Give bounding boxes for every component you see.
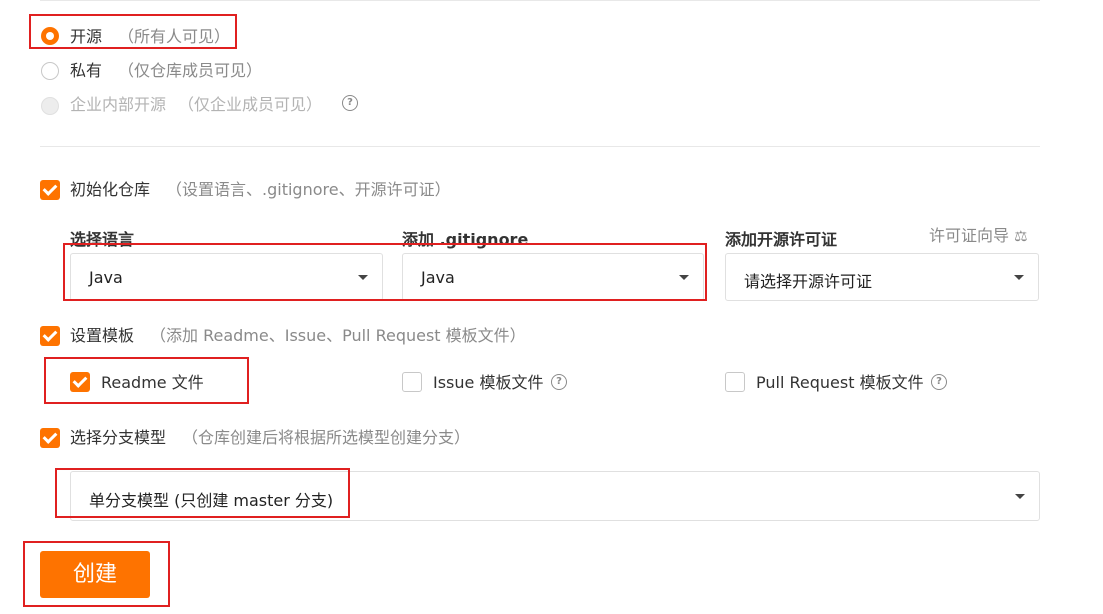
readme-label[interactable]: Readme 文件: [101, 373, 204, 393]
license-placeholder: 请选择开源许可证: [744, 272, 873, 291]
issue-template-label[interactable]: Issue 模板文件: [433, 373, 543, 393]
branch-model-value: 单分支模型 (只创建 master 分支): [89, 491, 334, 510]
internal-label: 企业内部开源: [70, 95, 167, 114]
top-divider: [40, 0, 1040, 1]
branch-model-label[interactable]: 选择分支模型: [70, 428, 166, 448]
scale-icon: ⚖: [1014, 227, 1028, 245]
gitignore-label: 添加 .gitignore: [402, 230, 529, 249]
license-label: 添加开源许可证: [725, 230, 838, 249]
chevron-down-icon: [1014, 275, 1024, 280]
question-circle-icon[interactable]: ?: [551, 374, 567, 390]
gitignore-value: Java: [421, 268, 455, 287]
language-label: 选择语言: [70, 230, 135, 249]
init-repo-label[interactable]: 初始化仓库: [70, 180, 150, 200]
chevron-down-icon: [1015, 494, 1025, 499]
public-hint: （所有人可见）: [118, 27, 231, 46]
chevron-down-icon: [358, 275, 368, 280]
question-circle-icon[interactable]: ?: [342, 95, 358, 111]
init-repo-hint: （设置语言、.gitignore、开源许可证）: [166, 180, 451, 199]
chevron-down-icon: [679, 275, 689, 280]
public-radio[interactable]: [41, 27, 59, 45]
question-circle-icon[interactable]: ?: [931, 374, 947, 390]
issue-template-checkbox[interactable]: [402, 372, 422, 392]
branch-model-checkbox[interactable]: [40, 428, 60, 448]
init-repo-checkbox[interactable]: [40, 180, 60, 200]
templates-checkbox[interactable]: [40, 326, 60, 346]
license-select[interactable]: 请选择开源许可证: [725, 253, 1039, 301]
templates-label[interactable]: 设置模板: [70, 326, 134, 346]
private-label[interactable]: 私有: [70, 61, 102, 81]
license-guide-label[interactable]: 许可证向导: [929, 226, 1009, 245]
language-select[interactable]: Java: [70, 253, 383, 301]
private-hint: （仅仓库成员可见）: [118, 61, 263, 80]
templates-hint: （添加 Readme、Issue、Pull Request 模板文件）: [150, 326, 526, 345]
public-label[interactable]: 开源: [70, 27, 102, 47]
language-value: Java: [89, 268, 123, 287]
internal-radio: [41, 97, 59, 115]
pr-template-label[interactable]: Pull Request 模板文件: [756, 373, 924, 393]
gitignore-select[interactable]: Java: [402, 253, 704, 301]
branch-model-hint: （仓库创建后将根据所选模型创建分支）: [182, 428, 471, 447]
readme-checkbox[interactable]: [70, 372, 90, 392]
pr-template-checkbox[interactable]: [725, 372, 745, 392]
create-button[interactable]: 创建: [40, 551, 150, 598]
section-divider: [40, 146, 1040, 147]
private-radio[interactable]: [41, 62, 59, 80]
internal-hint: （仅企业成员可见）: [178, 95, 323, 114]
license-guide-link[interactable]: 许可证向导 ⚖: [929, 226, 1028, 246]
branch-model-select[interactable]: 单分支模型 (只创建 master 分支): [70, 471, 1040, 521]
